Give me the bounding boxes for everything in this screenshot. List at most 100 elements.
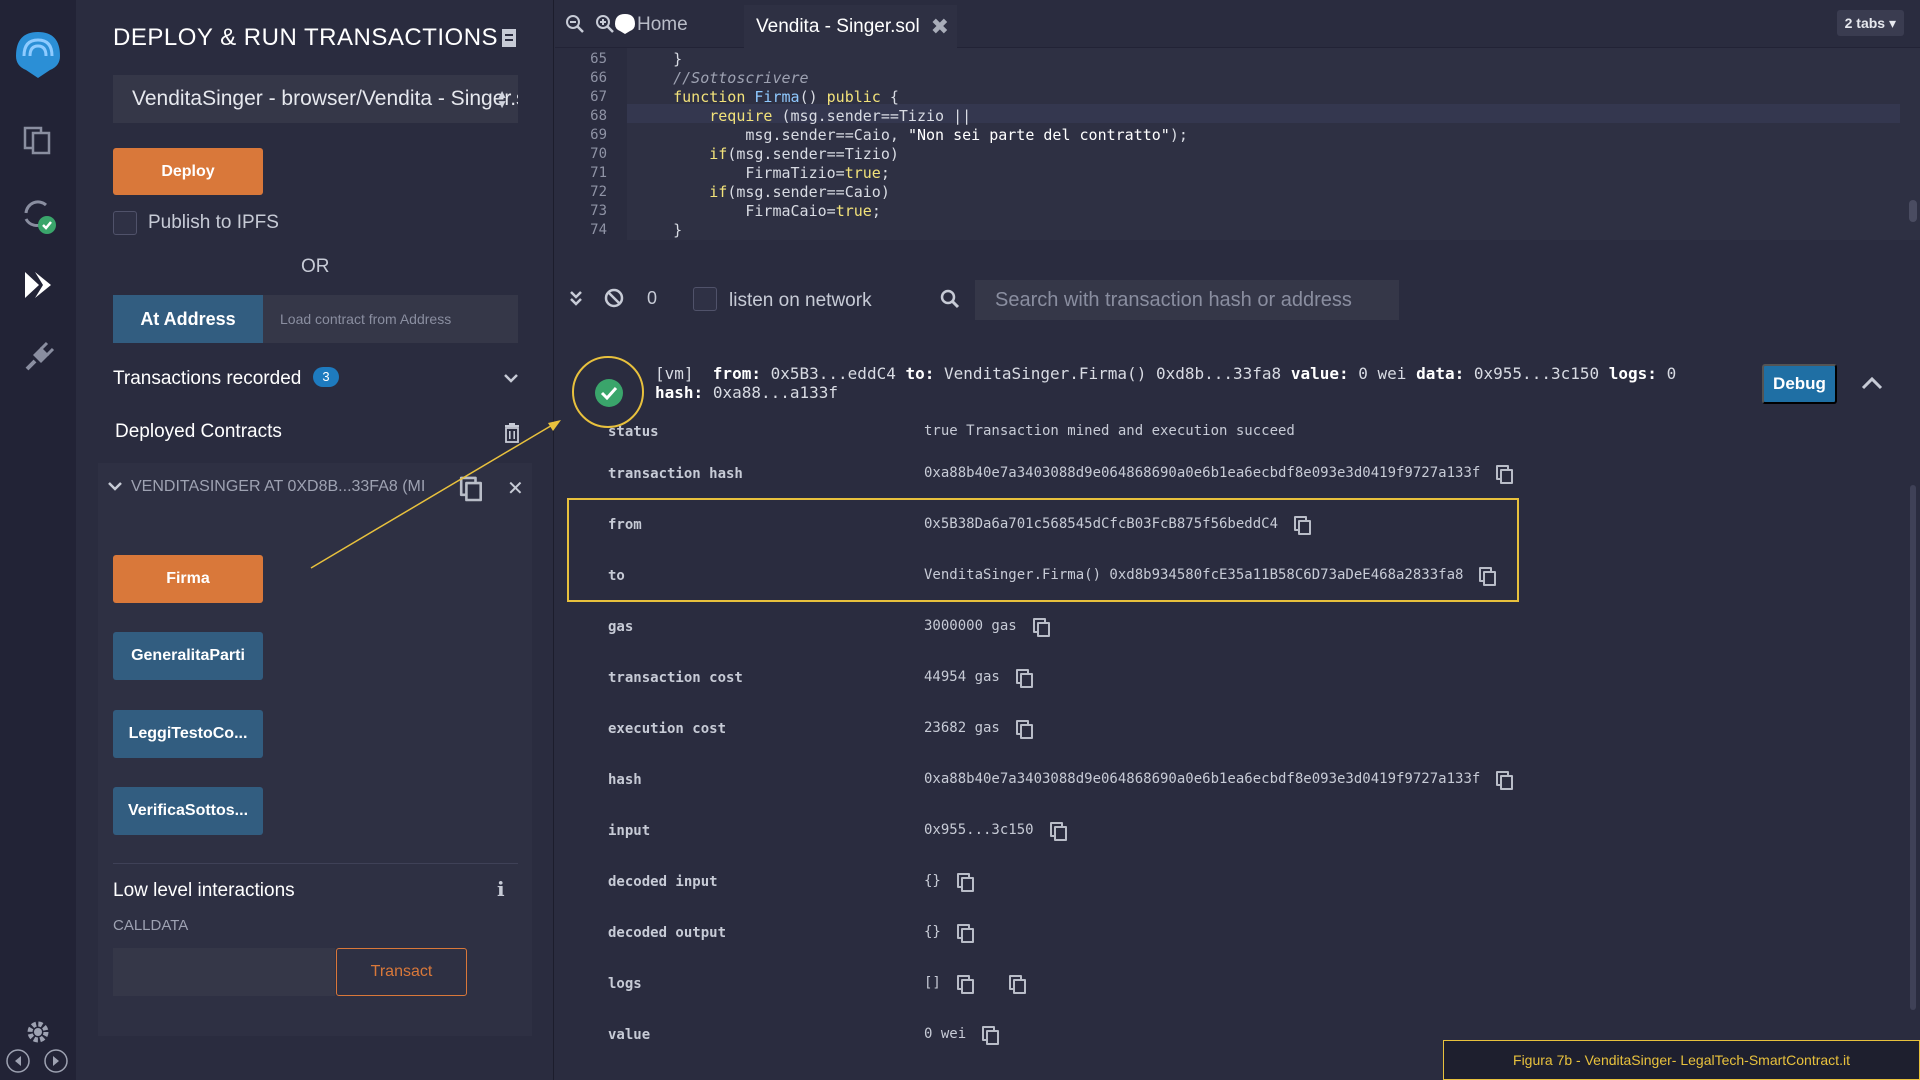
from-to-highlight-box — [567, 498, 1519, 602]
copy-icon[interactable] — [1496, 771, 1514, 790]
tab-home[interactable]: Home — [637, 14, 688, 36]
settings-icon[interactable] — [20, 1014, 56, 1050]
close-instance-icon[interactable]: ✕ — [507, 476, 524, 501]
debug-button[interactable]: Debug — [1762, 364, 1837, 404]
detail-key: transaction cost — [608, 670, 743, 686]
success-highlight — [572, 356, 644, 428]
instance-label: VENDITASINGER AT 0XD8B...33FA8 (MI — [131, 478, 426, 495]
copy-address-icon[interactable] — [459, 476, 483, 502]
calldata-input[interactable] — [113, 948, 335, 996]
code-editor: Home Vendita - Singer.sol ✖ 2 tabs ▾ 65 6… — [555, 0, 1920, 240]
tx-logs-short: 0 — [1666, 364, 1677, 383]
info-icon[interactable]: i — [497, 877, 505, 901]
tx-hash-label: hash: — [655, 383, 704, 402]
contract-select[interactable]: VenditaSinger - browser/Vendita - Singer… — [113, 75, 518, 123]
copy-icon[interactable] — [982, 1026, 1000, 1045]
log-scrollbar[interactable] — [1910, 485, 1916, 1010]
detail-value-row: 0 wei — [924, 1026, 1000, 1045]
close-tab-icon[interactable]: ✖ — [931, 5, 949, 48]
code-line: msg.sender==Caio, "Non sei parte del con… — [637, 126, 1188, 144]
editor-scrollbar[interactable] — [1909, 200, 1917, 222]
detail-value: 23682 gas — [924, 720, 1000, 736]
detail-key: input — [608, 823, 651, 839]
deploy-button[interactable]: Deploy — [113, 148, 263, 195]
collapse-terminal-icon[interactable] — [569, 290, 583, 306]
at-address-button[interactable]: At Address — [113, 295, 263, 343]
tabs-count-dropdown[interactable]: 2 tabs ▾ — [1836, 10, 1904, 36]
copy-icon[interactable] — [1015, 720, 1033, 739]
transaction-search-input[interactable]: Search with transaction hash or address — [975, 280, 1399, 320]
detail-key: hash — [608, 772, 642, 788]
trash-icon[interactable] — [504, 423, 520, 443]
plugin-manager-icon[interactable] — [18, 338, 58, 378]
copy-icon[interactable] — [956, 975, 974, 994]
collapse-details-icon[interactable] — [1861, 376, 1883, 390]
deploy-run-icon[interactable] — [18, 265, 58, 305]
line-number: 71 — [590, 165, 607, 181]
tx-from-short: 0x5B3...eddC4 — [770, 364, 896, 383]
copy-icon[interactable] — [1479, 567, 1497, 586]
search-icon — [940, 289, 960, 309]
tab-active-file[interactable]: Vendita - Singer.sol ✖ — [744, 5, 957, 48]
listen-network-checkbox[interactable] — [693, 287, 717, 311]
tx-value-label: value: — [1290, 364, 1349, 383]
function-button-verificasottos[interactable]: VerificaSottos... — [113, 787, 263, 835]
function-button-leggitesto[interactable]: LeggiTestoCo... — [113, 710, 263, 758]
detail-value-row: 0xa88b40e7a3403088d9e064868690a0e6b1ea6e… — [924, 465, 1514, 484]
copy-icon[interactable] — [1008, 975, 1026, 994]
chevron-down-icon[interactable] — [107, 480, 123, 492]
detail-value: 3000000 gas — [924, 618, 1017, 634]
file-explorer-icon[interactable] — [18, 120, 58, 160]
success-check-icon — [595, 379, 623, 407]
code-line: } — [637, 50, 683, 68]
code-area[interactable]: } //Sottoscrivere function Firma() publi… — [627, 48, 1920, 240]
code-line: if(msg.sender==Caio) — [709, 183, 890, 201]
transactions-recorded-label[interactable]: Transactions recorded — [113, 368, 301, 390]
line-number: 69 — [590, 127, 607, 143]
contract-select-value: VenditaSinger - browser/Vendita - Singer… — [132, 87, 518, 110]
tx-vm-tag: [vm] — [655, 364, 694, 383]
remix-logo-icon[interactable] — [10, 26, 66, 78]
detail-value-row: 23682 gas — [924, 720, 1033, 739]
detail-value-row: VenditaSinger.Firma() 0xd8b934580fcE35a1… — [924, 567, 1497, 586]
detail-value-row: {} — [924, 873, 974, 892]
tx-logs-label: logs: — [1608, 364, 1657, 383]
detail-key: to — [608, 568, 625, 584]
documentation-icon[interactable] — [501, 28, 517, 48]
code-line: function Firma() public { — [673, 88, 899, 106]
copy-icon[interactable] — [1496, 465, 1514, 484]
copy-icon[interactable] — [956, 924, 974, 943]
tab-active-label: Vendita - Singer.sol — [756, 16, 920, 37]
or-label: OR — [301, 256, 330, 277]
zoom-out-icon[interactable] — [565, 14, 585, 34]
transact-button[interactable]: Transact — [336, 948, 467, 996]
zoom-in-icon[interactable] — [595, 14, 615, 34]
detail-value-row: {} — [924, 924, 974, 943]
compiler-icon[interactable] — [18, 195, 58, 235]
at-address-input[interactable]: Load contract from Address — [263, 295, 518, 343]
publish-ipfs-checkbox[interactable] — [113, 211, 137, 235]
detail-value-row: 0x955...3c150 — [924, 822, 1067, 841]
function-button-firma[interactable]: Firma — [113, 555, 263, 603]
detail-value: 0x955...3c150 — [924, 822, 1034, 838]
divider — [113, 863, 518, 864]
panel-title: DEPLOY & RUN TRANSACTIONS — [113, 24, 499, 51]
chevron-down-icon[interactable] — [503, 372, 519, 384]
code-line: //Sottoscrivere — [637, 69, 809, 87]
copy-icon[interactable] — [956, 873, 974, 892]
detail-key: execution cost — [608, 721, 727, 737]
listen-network-label: listen on network — [729, 290, 872, 311]
detail-value: 0 wei — [924, 1026, 967, 1042]
copy-icon[interactable] — [1294, 516, 1312, 535]
detail-key: value — [608, 1027, 651, 1043]
detail-value-row: [] — [924, 975, 1026, 994]
function-button-generalitaparti[interactable]: GeneralitaParti — [113, 632, 263, 680]
transaction-summary[interactable]: [vm] from: 0x5B3...eddC4 to: VenditaSing… — [655, 364, 1676, 402]
detail-value-row: 0x5B38Da6a701c568545dCfcB03FcB875f56bedd… — [924, 516, 1312, 535]
transaction-log: [vm] from: 0x5B3...eddC4 to: VenditaSing… — [555, 330, 1920, 1080]
tabs-count-label: 2 tabs — [1844, 15, 1886, 31]
copy-icon[interactable] — [1049, 822, 1067, 841]
copy-icon[interactable] — [1015, 669, 1033, 688]
clear-console-icon[interactable] — [604, 288, 624, 308]
copy-icon[interactable] — [1032, 618, 1050, 637]
